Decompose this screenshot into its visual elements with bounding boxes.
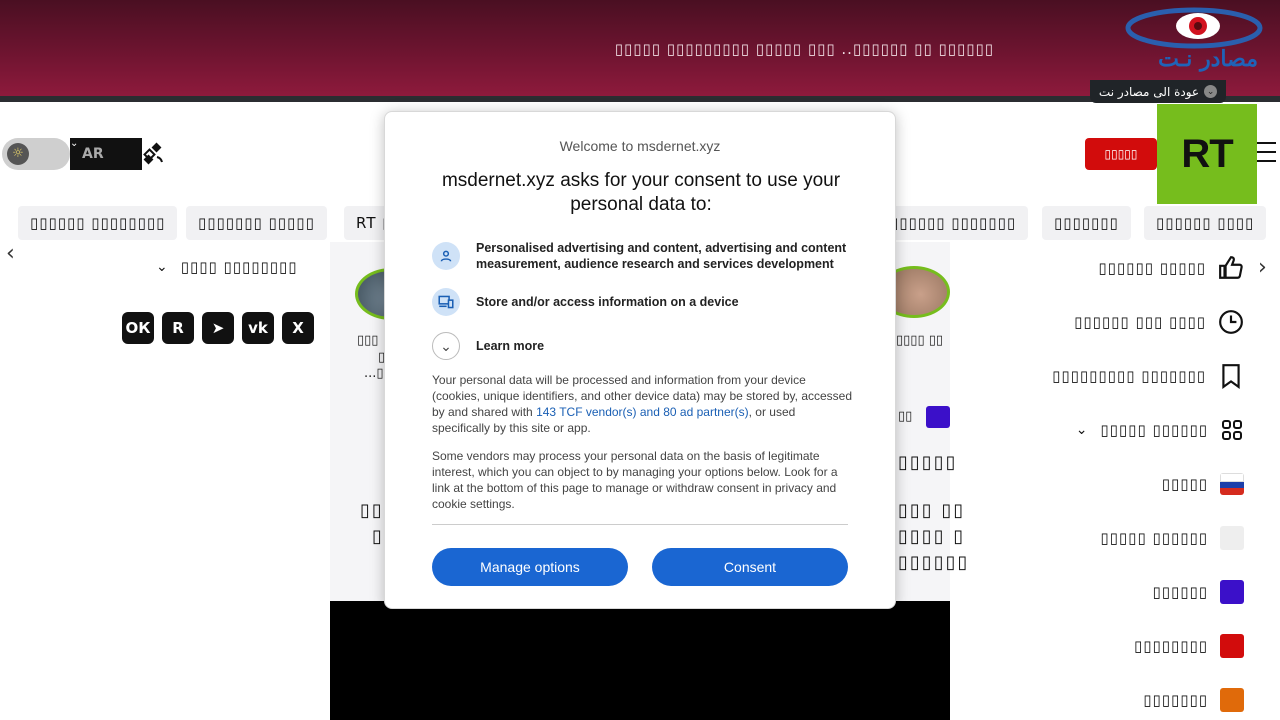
manage-options-button[interactable]: Manage options	[432, 548, 628, 586]
consent-button[interactable]: Consent	[652, 548, 848, 586]
purpose-row-storage: Store and/or access information on a dev…	[432, 288, 852, 316]
divider	[432, 524, 848, 525]
person-icon	[432, 242, 460, 270]
consent-paragraph-2: Some vendors may process your personal d…	[432, 449, 838, 511]
consent-title: msdernet.xyz asks for your consent to us…	[441, 170, 841, 215]
vendors-link[interactable]: 143 TCF vendor(s) and 80 ad partner(s)	[536, 405, 749, 419]
consent-welcome: Welcome to msdernet.xyz	[559, 138, 721, 154]
learn-more-toggle[interactable]: ⌄ Learn more	[432, 332, 852, 360]
purpose-text: Store and/or access information on a dev…	[476, 295, 739, 309]
devices-icon	[432, 288, 460, 316]
chevron-down-icon: ⌄	[432, 332, 460, 360]
learn-more-label: Learn more	[476, 339, 545, 353]
consent-paragraph-1: Your personal data will be processed and…	[432, 372, 852, 436]
purpose-row-advertising: Personalised advertising and content, ad…	[432, 240, 852, 272]
consent-dialog: Welcome to msdernet.xyz msdernet.xyz ask…	[384, 111, 896, 609]
purpose-text: Personalised advertising and content, ad…	[476, 241, 847, 271]
